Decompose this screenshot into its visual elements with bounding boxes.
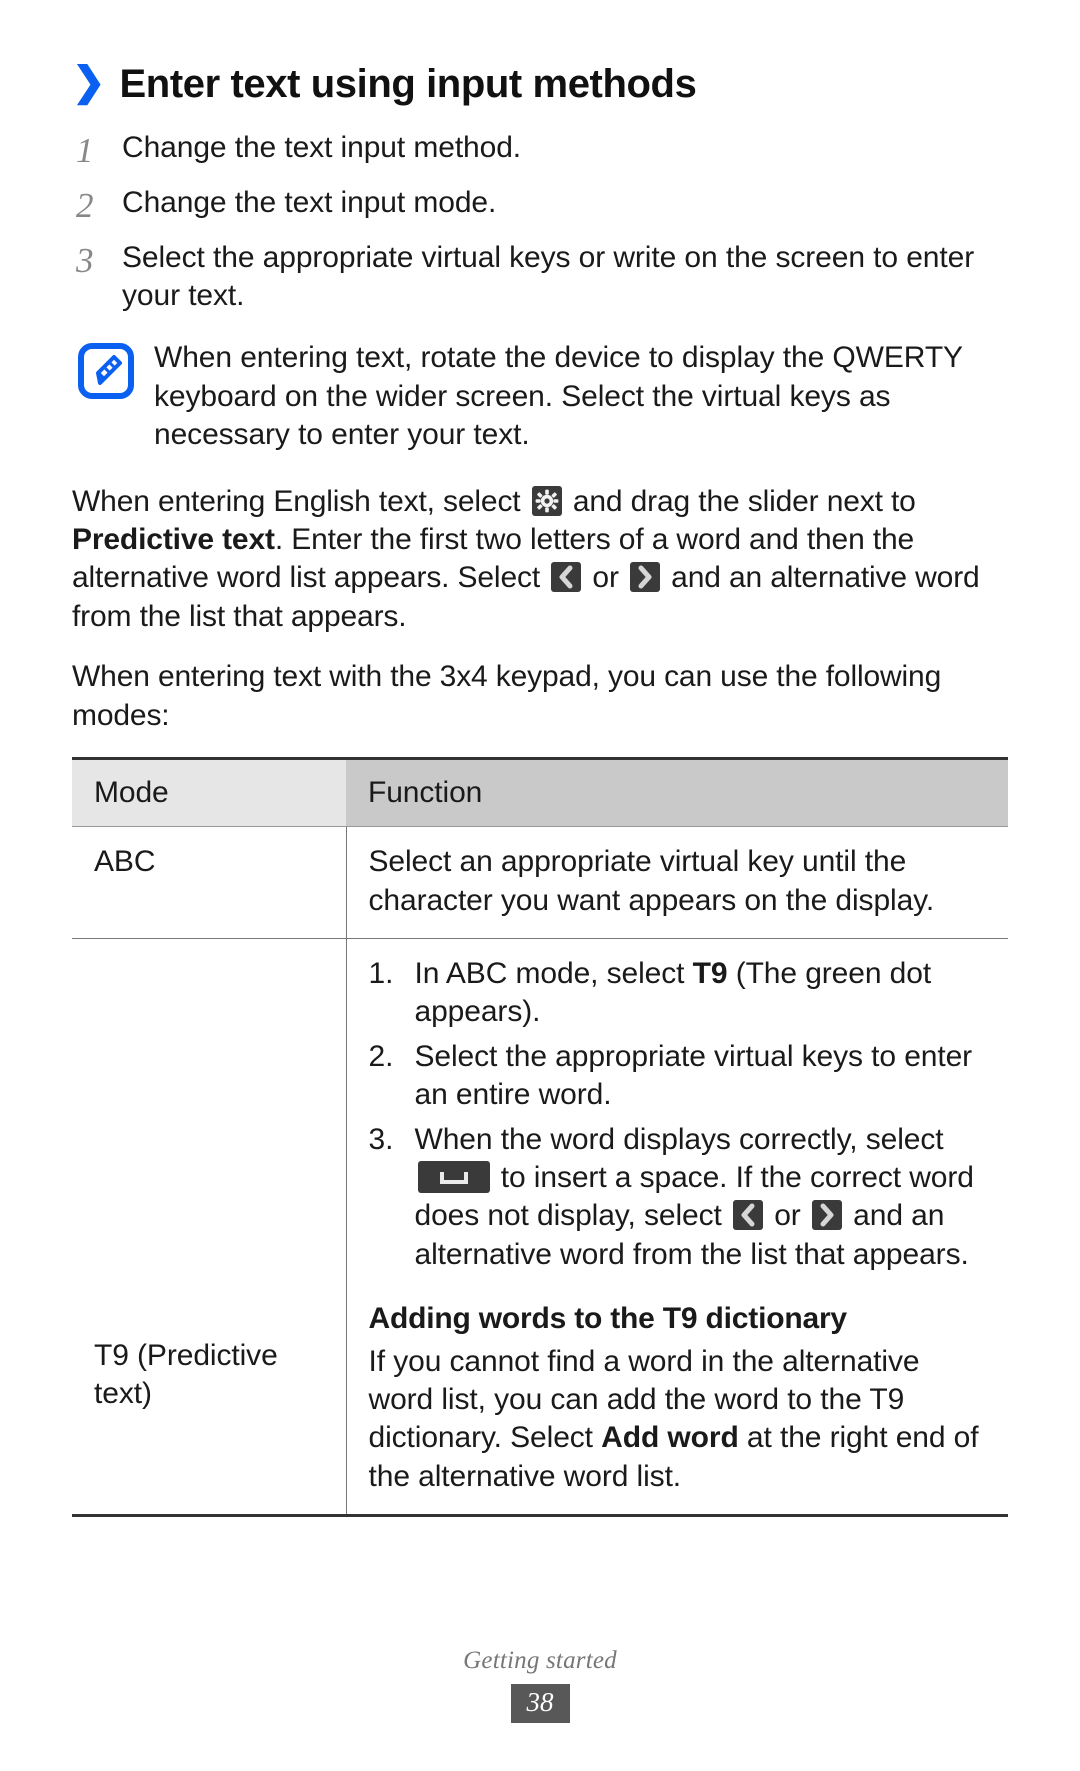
steps-list: 1 Change the text input method. 2 Change… (72, 129, 1008, 315)
list-item: 3. When the word displays correctly, sel… (369, 1121, 991, 1275)
table-body: ABC Select an appropriate virtual key un… (72, 826, 1008, 1518)
step-number: 3 (76, 240, 94, 280)
table-row: T9 (Predictive text) 1. In ABC mode, sel… (72, 938, 1008, 1518)
list-item-text: In ABC mode, select T9 (The green dot ap… (415, 955, 991, 1032)
list-item-text: Select the appropriate virtual keys to e… (414, 1039, 973, 1112)
step-item: 1 Change the text input method. (72, 129, 1008, 174)
step-number: 1 (76, 131, 94, 170)
note-pencil-icon (78, 343, 134, 400)
page-footer: Getting started 38 (0, 1647, 1080, 1723)
chevron-left-key-icon (732, 1200, 763, 1231)
page-title: ❯ Enter text using input methods (72, 0, 1008, 107)
chevron-right-key-icon (811, 1200, 842, 1231)
list-item: 1. In ABC mode, select T9 (The green dot… (369, 955, 991, 1032)
paragraph-english-text: When entering English text, select and d… (72, 483, 1008, 637)
gear-icon (531, 485, 562, 516)
space-key-icon (417, 1161, 490, 1194)
step-item: 2 Change the text input mode. (72, 184, 1008, 229)
sub-bold-add-word: Add word (601, 1421, 739, 1455)
chevron-right-icon: ❯ (72, 60, 106, 104)
note-text: When entering text, rotate the device to… (154, 341, 963, 452)
paragraph-bold-predictive-text: Predictive text (72, 522, 275, 556)
step-text: Change the text input method. (122, 131, 522, 164)
list-bold-t9: T9 (692, 957, 728, 991)
table-header: Mode Function (72, 756, 1008, 828)
table-row: ABC Select an appropriate virtual key un… (72, 826, 1008, 940)
subheading-adding-words: Adding words to the T9 dictionary (368, 1302, 848, 1336)
table-cell-function: Select an appropriate virtual key until … (346, 826, 1008, 940)
list-item-text: When the word displays correctly, select… (415, 1121, 991, 1275)
list-text-part: or (765, 1199, 809, 1233)
paragraph-text-part: or (584, 561, 627, 595)
list-item-number: 3. (368, 1122, 394, 1156)
paragraph-text-part: When entering English text, select (72, 484, 529, 518)
table-cell-mode-text: T9 (Predictive text) (94, 1339, 278, 1411)
ordered-list: 1. In ABC mode, select T9 (The green dot… (369, 955, 991, 1274)
page-title-text: Enter text using input methods (119, 62, 697, 106)
list-item-number: 2. (368, 1039, 394, 1073)
chevron-right-key-icon (629, 562, 660, 593)
table-header-mode: Mode (72, 756, 346, 828)
document-page: ❯ Enter text using input methods 1 Chang… (0, 0, 1080, 1771)
paragraph-keypad-intro: When entering text with the 3x4 keypad, … (72, 660, 942, 732)
modes-table: Mode Function ABC Select an appropriate … (72, 756, 1008, 1518)
note-callout: When entering text, rotate the device to… (72, 339, 1008, 454)
table-header-function: Function (346, 756, 1008, 828)
chevron-left-key-icon (551, 562, 582, 593)
list-text-part: When the word displays correctly, select (414, 1122, 944, 1156)
table-cell-function: 1. In ABC mode, select T9 (The green dot… (346, 938, 1008, 1518)
list-item-number: 1. (368, 957, 394, 991)
paragraph-text-part: and drag the slider next to (564, 484, 916, 518)
list-text-part: In ABC mode, select (414, 957, 693, 991)
step-text: Select the appropriate virtual keys or w… (122, 240, 975, 312)
list-item: 2. Select the appropriate virtual keys t… (369, 1038, 991, 1115)
footer-section-label: Getting started (463, 1646, 617, 1674)
table-header-row: Mode Function (72, 756, 1008, 828)
table-cell-mode: ABC (72, 826, 347, 940)
step-number: 2 (76, 185, 94, 225)
step-item: 3 Select the appropriate virtual keys or… (72, 239, 1008, 316)
step-text: Change the text input mode. (122, 185, 497, 219)
table-cell-mode: T9 (Predictive text) (72, 938, 347, 1518)
subheading-body: If you cannot find a word in the alterna… (369, 1343, 991, 1497)
footer-page-number: 38 (510, 1683, 570, 1723)
